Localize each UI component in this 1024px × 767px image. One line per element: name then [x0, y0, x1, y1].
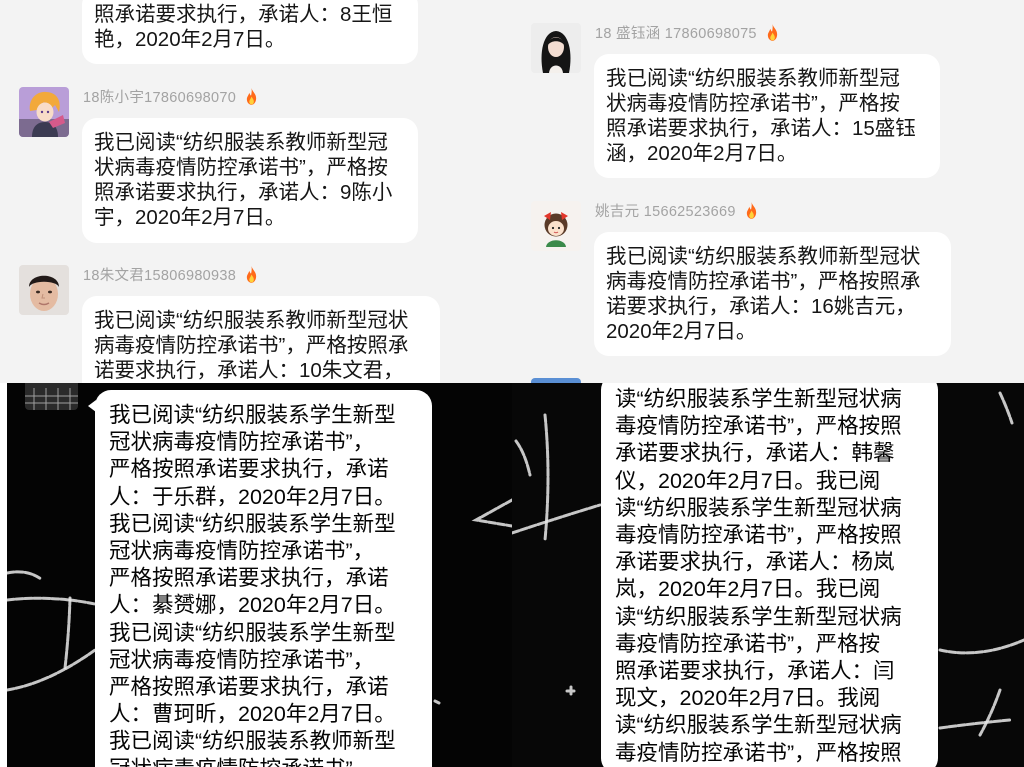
message-line: 现文，2020年2月7日。我阅	[615, 686, 881, 711]
message-line: 毒疫情防控承诺书”，严格按	[615, 631, 881, 656]
message-line: 状病毒疫情防控承诺书”，严格按	[94, 156, 388, 179]
message-line: 我已阅读“纺织服装系教师新型	[109, 729, 396, 754]
message-line: 病毒疫情防控承诺书”，严格按照承	[606, 270, 921, 293]
dark-grid-avatar-icon	[25, 383, 78, 410]
sender-name: 18 盛钰涵 17860698075	[595, 25, 757, 42]
fire-icon	[245, 265, 258, 283]
message-line: 诺要求执行，承诺人：16姚吉元，	[606, 295, 916, 318]
message-line: 我已阅读“纺织服装系学生新型	[109, 620, 396, 645]
message-line: 我已阅读“纺织服装系教师新型冠状	[606, 245, 921, 268]
avatar[interactable]	[531, 201, 581, 251]
message-line: 承诺要求执行，承诺人：杨岚	[615, 550, 895, 575]
chat-screenshot-top-right: 18 盛钰涵 17860698075 我已阅读“纺织服装系教师新型冠 状病毒疫情…	[512, 0, 1024, 383]
avatar[interactable]	[531, 23, 581, 73]
sender-name: 18陈小宇17860698070	[83, 89, 237, 106]
message-line: 人：于乐群，2020年2月7日。	[109, 484, 396, 509]
chat-screenshot-bottom-right: 读“纺织服装系学生新型冠状病 毒疫情防控承诺书”，严格按照 承诺要求执行，承诺人…	[512, 383, 1024, 767]
message-line: 毒疫情防控承诺书”，严格按照	[615, 523, 902, 548]
message-line: 冠状病毒疫情防控承诺书”，	[109, 539, 375, 564]
message-line: 人：綦赟娜，2020年2月7日。	[109, 593, 396, 618]
sender-row: 18陈小宇17860698070	[83, 87, 258, 106]
message-line: 涵，2020年2月7日。	[606, 142, 798, 165]
message-line: 照承诺要求执行，承诺人：15盛钰	[606, 117, 916, 140]
message-line: 冠状病毒疫情防控承诺书”，	[109, 756, 419, 767]
message-line: 照承诺要求执行，承诺人：8王恒	[94, 3, 393, 26]
message-line: 人：曹珂昕，2020年2月7日。	[109, 702, 396, 727]
sender-row: 18 盛钰涵 17860698075	[595, 23, 779, 42]
message-line: 毒疫情防控承诺书”，严格按照	[615, 414, 902, 439]
avatar[interactable]	[19, 265, 69, 315]
message-line: 照承诺要求执行，承诺人：闫	[615, 659, 895, 684]
chat-screenshot-bottom-left: 我已阅读“纺织服装系学生新型 冠状病毒疫情防控承诺书”， 严格按照承诺要求执行，…	[7, 383, 512, 767]
chat-screenshot-top-left: 照承诺要求执行，承诺人：8王恒 艳，2020年2月7日。 18陈小宇178606…	[0, 0, 512, 383]
message-line: 状病毒疫情防控承诺书”，严格按	[606, 92, 900, 115]
fire-icon	[766, 23, 779, 41]
message-bubble[interactable]: 我已阅读“纺织服装系学生新型 冠状病毒疫情防控承诺书”， 严格按照承诺要求执行，…	[95, 390, 432, 767]
message-line: 艳，2020年2月7日。	[94, 28, 286, 51]
message-line: 读“纺织服装系学生新型冠状病	[615, 604, 902, 629]
message-line: 冠状病毒疫情防控承诺书”，	[109, 430, 375, 455]
message-line: 严格按照承诺要求执行，承诺	[109, 457, 389, 482]
fire-icon	[245, 87, 258, 105]
message-bubble[interactable]: 我已阅读“纺织服装系教师新型冠状 病毒疫情防控承诺书”，严格按照承 诺要求执行，…	[594, 232, 951, 356]
message-line: 读“纺织服装系学生新型冠状病	[615, 495, 902, 520]
message-bubble[interactable]: 照承诺要求执行，承诺人：8王恒 艳，2020年2月7日。	[82, 0, 418, 64]
avatar[interactable]	[19, 87, 69, 137]
girl-photo-avatar-icon	[531, 23, 581, 73]
message-bubble[interactable]: 我已阅读“纺织服装系教师新型冠 状病毒疫情防控承诺书”，严格按 照承诺要求执行，…	[82, 118, 418, 243]
avatar[interactable]	[25, 383, 78, 410]
message-line: 宇，2020年2月7日。	[94, 206, 286, 229]
message-line: 照承诺要求执行，承诺人：9陈小	[94, 181, 393, 204]
message-line: 严格按照承诺要求执行，承诺	[109, 566, 389, 591]
message-line: 读“纺织服装系学生新型冠状病	[615, 387, 902, 411]
sender-name: 18朱文君15806980938	[83, 267, 237, 284]
man-photo-avatar-icon	[19, 265, 69, 315]
message-line: 岚，2020年2月7日。我已阅	[615, 577, 881, 602]
message-line: 严格按照承诺要求执行，承诺	[109, 675, 389, 700]
message-line: 冠状病毒疫情防控承诺书”，	[109, 647, 375, 672]
anime-character-avatar-icon	[19, 87, 69, 137]
message-line: 仪，2020年2月7日。我已阅	[615, 468, 881, 493]
sender-row: 姚吉元 15662523669	[595, 201, 758, 220]
message-line: 我已阅读“纺织服装系学生新型	[109, 403, 396, 427]
message-line: 毒疫情防控承诺书”，严格按照	[615, 740, 902, 765]
message-line: 诺要求执行，承诺人：10朱文君，	[94, 359, 404, 382]
message-line: 承诺要求执行，承诺人：韩馨	[615, 441, 895, 466]
message-line: 我已阅读“纺织服装系教师新型冠状	[94, 309, 409, 332]
message-line: 我已阅读“纺织服装系学生新型	[109, 511, 396, 536]
message-bubble[interactable]: 我已阅读“纺织服装系教师新型冠状 病毒疫情防控承诺书”，严格按照承 诺要求执行，…	[82, 296, 440, 383]
cartoon-girl-avatar-icon	[531, 201, 581, 251]
sender-name: 姚吉元 15662523669	[595, 203, 736, 220]
sender-row: 18朱文君15806980938	[83, 265, 258, 284]
message-line: 我已阅读“纺织服装系教师新型冠	[606, 67, 900, 90]
message-bubble[interactable]: 我已阅读“纺织服装系教师新型冠 状病毒疫情防控承诺书”，严格按 照承诺要求执行，…	[594, 54, 940, 178]
fire-icon	[745, 201, 758, 219]
message-line: 读“纺织服装系学生新型冠状病	[615, 713, 902, 738]
message-line: 病毒疫情防控承诺书”，严格按照承	[94, 334, 409, 357]
message-line: 我已阅读“纺织服装系教师新型冠	[94, 131, 388, 154]
message-line: 2020年2月7日。	[606, 320, 757, 343]
message-bubble[interactable]: 读“纺织服装系学生新型冠状病 毒疫情防控承诺书”，严格按照 承诺要求执行，承诺人…	[601, 383, 938, 767]
